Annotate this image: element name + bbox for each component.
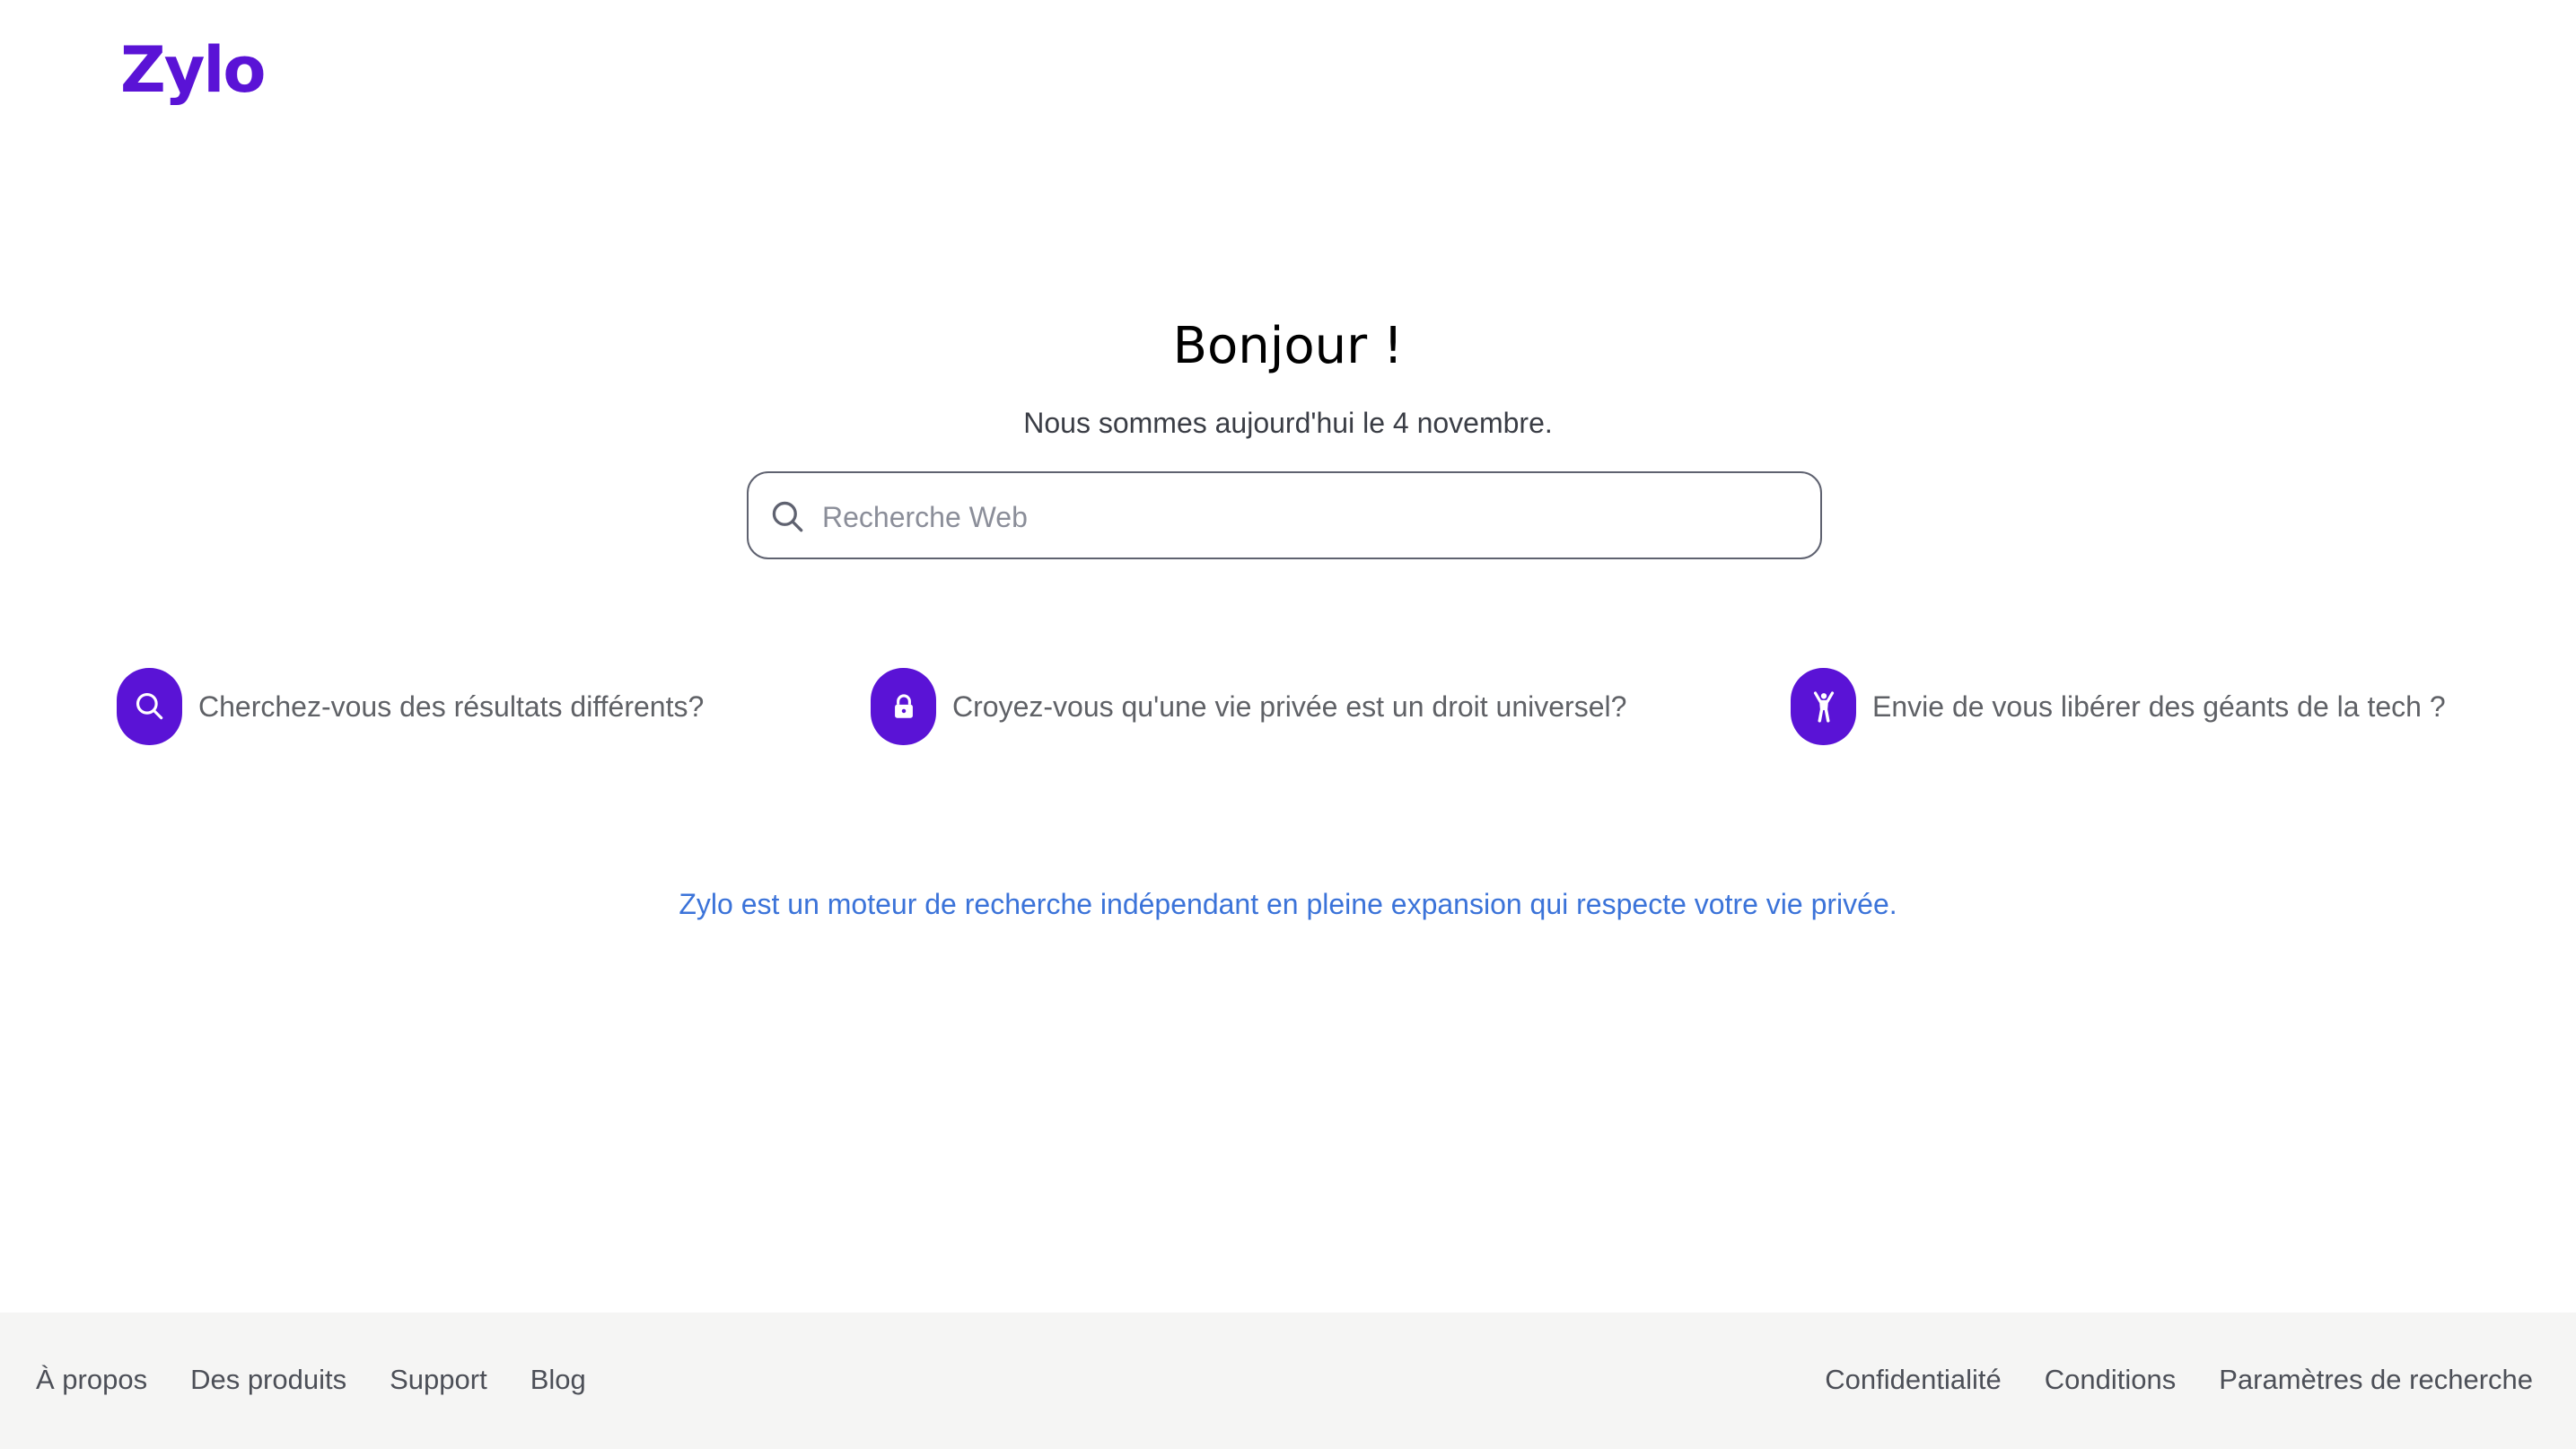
person-raised-arms-icon xyxy=(1813,691,1834,723)
promo-different-results[interactable]: Cherchez-vous des résultats différents? xyxy=(117,668,704,745)
footer-link-terms[interactable]: Conditions xyxy=(2045,1357,2176,1402)
greeting-heading: Bonjour ! xyxy=(1172,317,1404,375)
promo-privacy-right[interactable]: Croyez-vous qu'une vie privée est un dro… xyxy=(871,668,1626,745)
footer-link-blog[interactable]: Blog xyxy=(530,1357,586,1402)
footer-links-right: Confidentialité Conditions Paramètres de… xyxy=(1825,1357,2533,1402)
date-line: Nous sommes aujourd'hui le 4 novembre. xyxy=(1023,407,1553,439)
promo-text: Cherchez-vous des résultats différents? xyxy=(198,689,705,723)
lock-icon xyxy=(894,694,913,718)
footer: À propos Des produits Support Blog Confi… xyxy=(0,1313,2576,1449)
hero: Bonjour ! Nous sommes aujourd'hui le 4 n… xyxy=(0,305,2576,445)
page: Zylo Bonjour ! Nous sommes aujourd'hui l… xyxy=(0,0,2576,1449)
search-icon xyxy=(136,692,162,720)
footer-links-left: À propos Des produits Support Blog xyxy=(36,1357,586,1402)
promo-icon-badge xyxy=(871,668,936,745)
footer-link-search-settings[interactable]: Paramètres de recherche xyxy=(2219,1357,2533,1402)
footer-link-about[interactable]: À propos xyxy=(36,1357,147,1402)
footer-link-privacy[interactable]: Confidentialité xyxy=(1825,1357,2001,1402)
search-box[interactable] xyxy=(747,471,1822,559)
zylo-logo[interactable]: Zylo xyxy=(120,25,266,115)
footer-link-products[interactable]: Des produits xyxy=(190,1357,346,1402)
promo-icon-badge xyxy=(1791,668,1856,745)
tagline-link[interactable]: Zylo est un moteur de recherche indépend… xyxy=(0,882,2576,926)
search-input[interactable] xyxy=(820,489,1802,545)
search-icon xyxy=(772,501,803,532)
promo-text: Envie de vous libérer des géants de la t… xyxy=(1872,689,2446,723)
promo-big-tech[interactable]: Envie de vous libérer des géants de la t… xyxy=(1791,668,2446,745)
promo-icon-badge xyxy=(117,668,182,745)
promo-text: Croyez-vous qu'une vie privée est un dro… xyxy=(952,689,1627,723)
footer-link-support[interactable]: Support xyxy=(390,1357,487,1402)
